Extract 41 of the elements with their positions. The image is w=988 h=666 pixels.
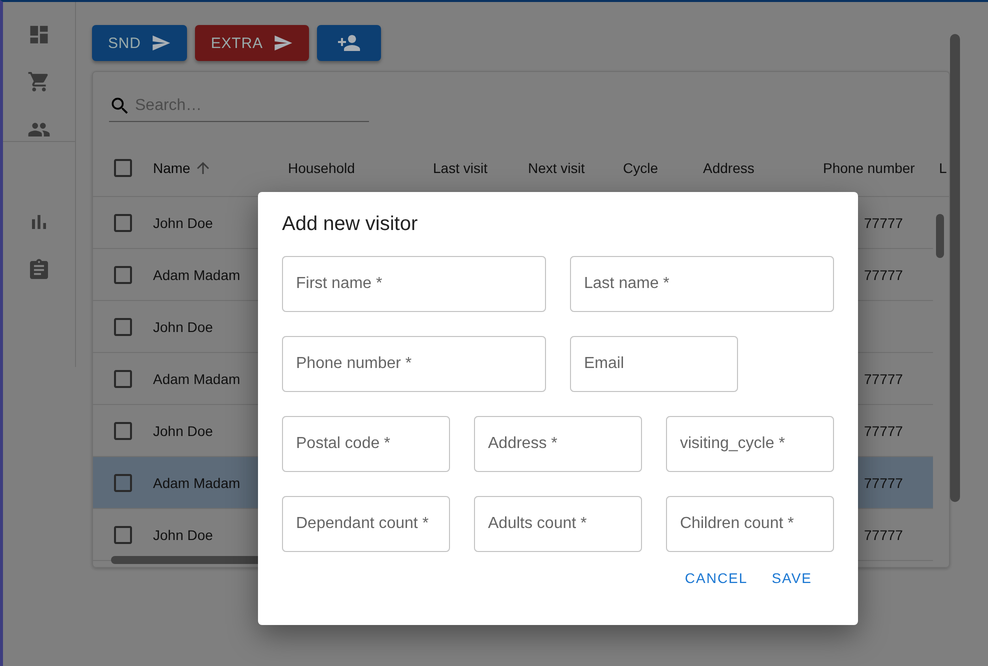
cancel-button[interactable]: CANCEL xyxy=(676,560,756,596)
send-icon xyxy=(150,33,171,53)
input-field[interactable]: Phone number * xyxy=(282,336,546,392)
input-field[interactable]: First name * xyxy=(282,256,546,312)
column-header[interactable]: Phone number xyxy=(823,160,915,176)
input-field[interactable]: Last name * xyxy=(570,256,834,312)
table-cell: 77777 xyxy=(864,422,903,438)
clipboard-icon[interactable] xyxy=(27,258,51,282)
input-field[interactable]: Email xyxy=(570,336,738,392)
table-cell: 77777 xyxy=(864,474,903,490)
checkbox[interactable] xyxy=(111,156,135,180)
add-person-button[interactable] xyxy=(316,25,381,61)
table-cell: Adam Madam xyxy=(153,474,240,490)
send-icon xyxy=(272,33,293,53)
table-cell: Adam Madam xyxy=(153,266,240,282)
save-button[interactable]: SAVE xyxy=(764,560,820,596)
table-cell: John Doe xyxy=(153,318,213,334)
table-cell: 77777 xyxy=(864,214,903,230)
column-header[interactable]: Household xyxy=(288,160,355,176)
table-cell: John Doe xyxy=(153,214,213,230)
column-header[interactable]: L xyxy=(939,160,947,176)
dialog-title: Add new visitor xyxy=(282,212,419,237)
input-field[interactable]: visiting_cycle * xyxy=(666,416,834,472)
table-cell: 77777 xyxy=(864,266,903,282)
send-button[interactable]: SND xyxy=(92,25,187,61)
input-field[interactable]: Adults count * xyxy=(474,496,642,552)
table-cell: 77777 xyxy=(864,370,903,386)
table-cell: John Doe xyxy=(153,526,213,542)
input-field[interactable]: Children count * xyxy=(666,496,834,552)
table-cell: 77777 xyxy=(864,526,903,542)
column-header[interactable]: Next visit xyxy=(528,160,585,176)
column-header[interactable]: Last visit xyxy=(433,160,488,176)
table-cell: John Doe xyxy=(153,422,213,438)
column-header[interactable]: Cycle xyxy=(623,160,658,176)
send-button[interactable]: EXTRA xyxy=(194,25,309,61)
input-field[interactable]: Dependant count * xyxy=(282,496,450,552)
column-header[interactable]: Address xyxy=(703,160,754,176)
input-field[interactable]: Address * xyxy=(474,416,642,472)
column-header[interactable]: Name xyxy=(153,160,190,176)
table-cell: Adam Madam xyxy=(153,370,240,386)
input-field[interactable]: Postal code * xyxy=(282,416,450,472)
